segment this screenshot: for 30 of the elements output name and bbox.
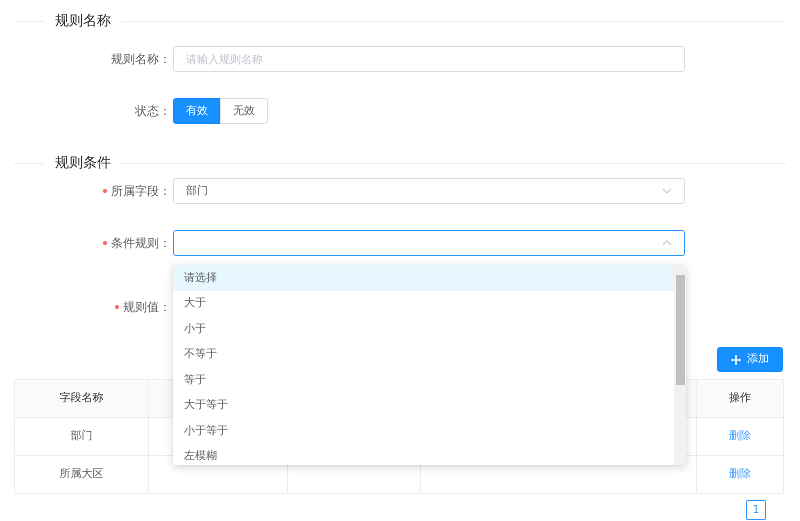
field-select-dropdown[interactable]: 部门 [173, 178, 685, 204]
plus-icon [731, 354, 741, 364]
scrollbar[interactable] [674, 265, 686, 465]
chevron-down-icon [662, 188, 672, 194]
dropdown-option[interactable]: 请选择 [173, 265, 674, 290]
field-label: 所属字段： [111, 183, 171, 200]
section-title: 规则名称 [54, 12, 112, 30]
dropdown-option[interactable]: 等于 [173, 367, 674, 392]
select-value: 部门 [186, 182, 208, 199]
table-cell-text: 部门 [70, 428, 92, 444]
field-label: 规则值： [123, 299, 171, 316]
name-input-field[interactable]: 请输入规则名称 [173, 46, 685, 72]
field-label: 状态： [135, 103, 171, 120]
dropdown-option[interactable]: 大于等于 [173, 392, 674, 418]
status-toggle-button[interactable]: 有效 [173, 98, 221, 124]
chevron-up-icon [662, 240, 672, 246]
field-label: 规则名称： [111, 51, 171, 68]
section-title: 规则条件 [54, 154, 112, 172]
column-header: 字段名称 [59, 390, 104, 406]
dropdown-option[interactable]: 小于 [173, 316, 674, 342]
dropdown-option[interactable]: 左模糊 [173, 444, 674, 465]
status-toggle-button[interactable]: 无效 [220, 98, 268, 124]
add-button[interactable]: 添加 [717, 347, 783, 372]
dropdown-option[interactable]: 小于等于 [173, 418, 674, 444]
table-cell-text: 所属大区 [59, 466, 104, 482]
dropdown-option[interactable]: 大于 [173, 290, 674, 316]
field-label: 条件规则： [111, 235, 171, 252]
dropdown-option[interactable]: 不等于 [173, 342, 674, 367]
column-header: 操作 [729, 390, 752, 406]
rule-select-dropdown[interactable] [173, 230, 685, 256]
